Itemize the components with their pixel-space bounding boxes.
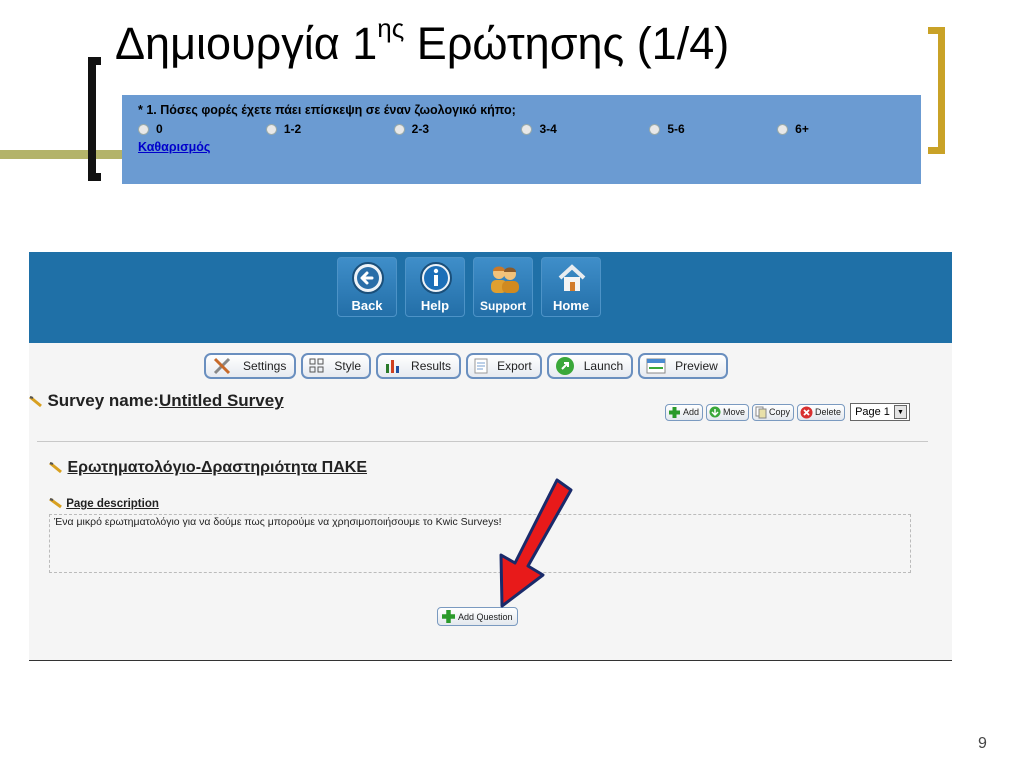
launch-button[interactable]: Launch [546, 353, 634, 379]
info-icon [420, 262, 452, 294]
settings-button[interactable]: Settings [204, 353, 297, 379]
olive-bar-decoration [96, 150, 122, 159]
home-icon [558, 264, 586, 291]
nav-help-button[interactable]: Help [405, 257, 465, 317]
red-arrow-annotation [499, 478, 573, 608]
option-5-6[interactable]: 5-6 [649, 122, 777, 136]
questionnaire-title-row: Ερωτηματολόγιο-Δραστηριότητα ΠΑΚΕ [49, 459, 367, 477]
radio-button[interactable] [138, 123, 149, 135]
nav-back-button[interactable]: Back [337, 257, 397, 317]
add-page-button[interactable]: Add [665, 403, 704, 421]
slide-title: Δημιουργία 1ης Ερώτησης (1/4) [115, 13, 730, 69]
survey-name-row: Survey name:Untitled Survey [29, 391, 284, 411]
option-0[interactable]: 0 [138, 122, 266, 136]
option-2-3[interactable]: 2-3 [393, 122, 522, 136]
questionnaire-title[interactable]: Ερωτηματολόγιο-Δραστηριότητα ΠΑΚΕ [67, 459, 367, 476]
copy-page-button[interactable]: Copy [752, 403, 795, 421]
delete-icon [800, 406, 813, 418]
toolbar: Settings Style Results Export Launch Pre… [204, 353, 733, 379]
question-preview: * 1. Πόσες φορές έχετε πάει επίσκεψη σε … [122, 95, 921, 184]
delete-page-button[interactable]: Delete [797, 403, 846, 421]
page-description-label[interactable]: Page description [66, 498, 159, 510]
nav-home-button[interactable]: Home [541, 257, 601, 317]
option-6-plus[interactable]: 6+ [777, 122, 905, 136]
nav-support-button[interactable]: Support [473, 257, 533, 317]
radio-button[interactable] [649, 123, 661, 135]
option-3-4[interactable]: 3-4 [521, 122, 649, 136]
page-description-row: Page description [49, 498, 159, 510]
left-bracket-decoration [88, 57, 101, 181]
export-button[interactable]: Export [466, 353, 542, 379]
bar-chart-icon [386, 360, 400, 373]
move-page-button[interactable]: Move [706, 403, 750, 421]
people-icon [491, 266, 519, 293]
plus-icon [442, 610, 455, 623]
chevron-down-icon[interactable]: ▼ [893, 405, 907, 419]
page-tools: Add Move Copy Delete Page 1 ▼ [665, 403, 910, 421]
radio-button[interactable] [265, 123, 277, 135]
olive-bar-decoration [0, 150, 88, 159]
option-1-2[interactable]: 1-2 [265, 122, 394, 136]
survey-name[interactable]: Survey name:Untitled Survey [47, 391, 283, 410]
question-text: * 1. Πόσες φορές έχετε πάει επίσκεψη σε … [138, 103, 516, 117]
right-bracket-decoration [928, 27, 945, 154]
pencil-icon[interactable] [49, 498, 63, 509]
app-header: Back Help Support Home [29, 252, 952, 343]
style-button[interactable]: Style [301, 353, 372, 379]
page-number: 9 [978, 735, 987, 752]
tools-icon [213, 357, 231, 375]
main-nav: Back Help Support Home [337, 257, 609, 317]
copy-icon [755, 406, 767, 418]
preview-icon [646, 358, 666, 374]
preview-button[interactable]: Preview [638, 353, 728, 379]
back-arrow-icon [352, 262, 384, 294]
plus-icon [669, 406, 680, 418]
radio-button[interactable] [521, 123, 533, 135]
pencil-icon[interactable] [49, 461, 63, 474]
page-select[interactable]: Page 1 ▼ [850, 403, 910, 421]
radio-button[interactable] [393, 123, 405, 135]
move-icon [709, 406, 721, 418]
launch-icon [555, 357, 574, 375]
grid-icon [309, 358, 324, 373]
document-icon [474, 358, 488, 374]
radio-button[interactable] [777, 123, 789, 135]
results-button[interactable]: Results [376, 353, 462, 379]
divider [37, 441, 928, 442]
page-description-box[interactable]: Ένα μικρό ερωτηματολόγιο για να δούμε πω… [49, 514, 911, 573]
clear-link[interactable]: Καθαρισμός [138, 140, 210, 154]
question-options: 0 1-2 2-3 3-4 5-6 6+ [138, 122, 905, 136]
pencil-icon[interactable] [29, 395, 43, 408]
